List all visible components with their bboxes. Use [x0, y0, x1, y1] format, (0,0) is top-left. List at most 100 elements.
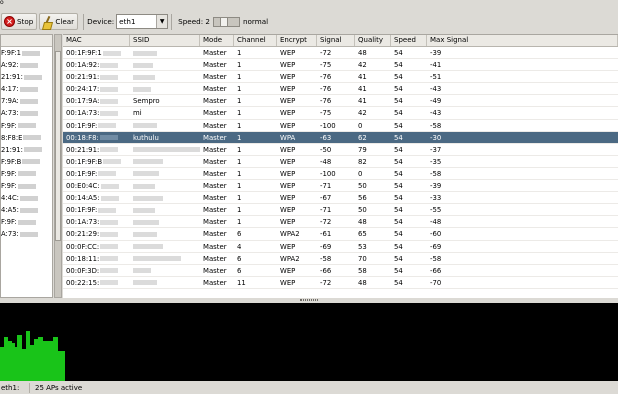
table-row[interactable]: 00:0F:CC: Master 4 WEP -69 53 54 -69: [63, 241, 618, 253]
table-row[interactable]: 00:1F:9F:B Master 1 WEP -48 82 54 -35: [63, 156, 618, 168]
ap-list-item[interactable]: 4:A5:: [1, 204, 52, 216]
ap-list-item[interactable]: 21:91:: [1, 71, 52, 83]
ap-list-scrollbar[interactable]: [54, 34, 62, 298]
ap-list-item[interactable]: A:73:: [1, 228, 52, 240]
cell-signal: -100: [317, 168, 355, 179]
column-header-signal[interactable]: Signal: [317, 35, 355, 46]
cell-quality-text: 42: [358, 61, 367, 70]
cell-max-signal: -69: [427, 241, 618, 252]
cell-max-signal: -39: [427, 180, 618, 191]
cell-ssid: [130, 277, 200, 288]
column-header-quality[interactable]: Quality: [355, 35, 391, 46]
ap-list-item[interactable]: F:9F:: [1, 216, 52, 228]
ap-list-scrollbar-thumb[interactable]: [55, 51, 61, 241]
cell-mac-text: 00:21:91:: [66, 73, 100, 82]
column-header-ssid[interactable]: SSID: [130, 35, 200, 46]
cell-quality-text: 82: [358, 157, 367, 166]
cell-encrypt-text: WEP: [280, 109, 296, 118]
ap-list-item[interactable]: F:9F:B: [1, 156, 52, 168]
table-row[interactable]: 00:1F:9F:1 Master 1 WEP -72 48 54 -39: [63, 47, 618, 60]
ap-list-item[interactable]: 4:4C:: [1, 192, 52, 204]
cell-channel-text: 1: [237, 61, 242, 70]
ap-list-item[interactable]: F:9F:1: [1, 47, 52, 59]
table-row[interactable]: 00:21:29: Master 6 WPA2 -61 65 54 -60: [63, 228, 618, 241]
cell-quality: 56: [355, 192, 391, 203]
table-row[interactable]: 00:18:F8: kuthulu Master 1 WPA -63 62 54 -30: [63, 131, 618, 144]
cell-speed: 54: [391, 144, 427, 155]
cell-ssid: [130, 71, 200, 82]
cell-speed: 54: [391, 132, 427, 143]
table-row[interactable]: 00:1F:9F: Master 1 WEP -100 0 54 -58: [63, 120, 618, 132]
ap-list-item[interactable]: F:9F:: [1, 168, 52, 180]
device-select[interactable]: eth1 ▼: [116, 14, 169, 29]
redacted-text: [133, 207, 155, 213]
cell-max-signal-text: -39: [430, 49, 442, 57]
cell-channel-text: 1: [237, 218, 242, 227]
column-header-max-signal[interactable]: Max Signal: [427, 35, 618, 46]
ap-list-item[interactable]: F:9F:: [1, 180, 52, 192]
chevron-down-icon[interactable]: ▼: [156, 15, 168, 28]
table-row[interactable]: 00:1A:92: Master 1 WEP -75 42 54 -41: [63, 59, 618, 72]
table-row[interactable]: 00:1A:73: Master 1 WEP -72 48 54 -48: [63, 216, 618, 229]
stop-button[interactable]: × Stop: [1, 13, 38, 30]
table-row[interactable]: 00:1F:9F: Master 1 WEP -100 0 54 -58: [63, 168, 618, 181]
table-row[interactable]: 00:0F:3D: Master 6 WEP -66 58 54 -66: [63, 265, 618, 277]
table-row[interactable]: 00:21:91: Master 1 WEP -76 41 54 -51: [63, 71, 618, 84]
ap-list-item[interactable]: 8:F8:E: [1, 132, 52, 144]
table-row[interactable]: 00:14:A5: Master 1 WEP -67 56 54 -33: [63, 192, 618, 205]
cell-max-signal-text: -39: [430, 182, 442, 191]
cell-signal: -76: [317, 71, 355, 82]
column-header-speed[interactable]: Speed: [391, 35, 427, 46]
cell-quality: 41: [355, 95, 391, 106]
ap-list-item[interactable]: F:9F:: [1, 120, 52, 132]
table-row[interactable]: 00:18:11: Master 6 WPA2 -58 70 54 -58: [63, 253, 618, 265]
table-row[interactable]: 00:24:17: Master 1 WEP -76 41 54 -43: [63, 83, 618, 96]
table-row[interactable]: 00:21:91: Master 1 WEP -50 79 54 -37: [63, 144, 618, 156]
column-header-mac[interactable]: MAC: [63, 35, 130, 46]
redacted-text: [100, 268, 119, 274]
ap-list-item-label: F:9F:: [1, 169, 17, 178]
cell-signal-text: -71: [320, 182, 332, 191]
ap-list-item-label: F:9F:: [1, 121, 17, 130]
column-header-channel[interactable]: Channel: [234, 35, 277, 46]
cell-signal-text: -72: [320, 49, 332, 57]
cell-mac-text: 00:1F:9F:: [66, 206, 98, 215]
divider-grip[interactable]: [300, 299, 318, 301]
ap-list-item[interactable]: A:73:: [1, 107, 52, 119]
table-row[interactable]: 00:22:15: Master 11 WEP -72 48 54 -70: [63, 277, 618, 289]
cell-mode-text: Master: [203, 157, 227, 166]
redacted-text: [100, 98, 119, 104]
cell-encrypt-text: WEP: [280, 97, 296, 106]
cell-speed-text: 54: [394, 218, 403, 227]
column-header-encrypt[interactable]: Encrypt: [277, 35, 317, 46]
cell-channel: 1: [234, 180, 277, 191]
cell-signal-text: -67: [320, 194, 332, 203]
cell-speed: 54: [391, 95, 427, 106]
cell-channel-text: 1: [237, 85, 242, 94]
cell-signal: -48: [317, 156, 355, 167]
table-row[interactable]: 00:17:9A: Sempro Master 1 WEP -76 41 54 -49: [63, 95, 618, 108]
ap-list-pane[interactable]: F:9F:1 A:92: 21:91: 4:17: 7:9A: A:73: F:9F: 8:F…: [0, 34, 53, 298]
cell-channel: 1: [234, 192, 277, 203]
ap-list-item[interactable]: 7:9A:: [1, 95, 52, 107]
clear-button[interactable]: Clear: [39, 13, 79, 30]
cell-encrypt-text: WEP: [280, 49, 296, 57]
cell-speed-text: 54: [394, 169, 403, 178]
table-row[interactable]: 00:E0:4C: Master 1 WEP -71 50 54 -39: [63, 180, 618, 193]
speed-slider-thumb[interactable]: [219, 17, 228, 26]
ap-list-item[interactable]: A:92:: [1, 59, 52, 71]
speed-slider[interactable]: [212, 16, 240, 27]
ap-list-item[interactable]: 21:91:: [1, 144, 52, 156]
cell-channel: 1: [234, 132, 277, 143]
column-header-mode[interactable]: Mode: [200, 35, 234, 46]
cell-mode: Master: [200, 241, 234, 252]
redacted-text: [103, 159, 122, 165]
table-row[interactable]: 00:1A:73: mi Master 1 WEP -75 42 54 -43: [63, 107, 618, 120]
cell-signal-text: -75: [320, 109, 332, 118]
redacted-text: [133, 159, 163, 165]
cell-quality-text: 65: [358, 230, 367, 239]
ap-list-item[interactable]: 4:17:: [1, 83, 52, 95]
cell-max-signal-text: -70: [430, 278, 442, 287]
table-row[interactable]: 00:1F:9F: Master 1 WEP -71 50 54 -55: [63, 204, 618, 217]
cell-mac-text: 00:14:A5:: [66, 194, 100, 203]
